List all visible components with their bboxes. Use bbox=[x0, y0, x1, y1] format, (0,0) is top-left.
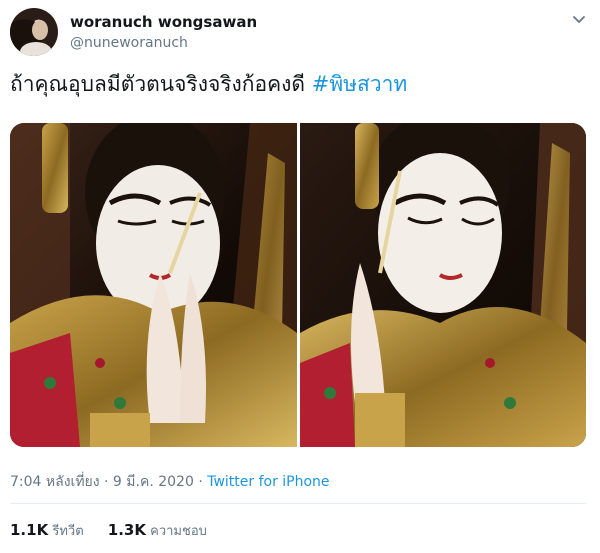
photo-right-image bbox=[299, 123, 586, 447]
user-handle[interactable]: @nuneworanuch bbox=[70, 35, 188, 51]
chevron-down-icon bbox=[573, 16, 585, 23]
photo-left[interactable] bbox=[10, 123, 297, 447]
avatar-dress bbox=[20, 42, 52, 56]
retweets-stat[interactable]: 1.1K รีทวีต bbox=[10, 520, 84, 541]
tweet-meta: 7:04 หลังเที่ยง · 9 มี.ค. 2020 · Twitter… bbox=[10, 471, 330, 493]
avatar-face bbox=[32, 20, 48, 40]
avatar[interactable] bbox=[10, 8, 58, 56]
more-options-button[interactable] bbox=[569, 10, 589, 30]
display-name[interactable]: woranuch wongsawan bbox=[70, 13, 257, 31]
tweet-body: ถ้าคุณอุบลมีตัวตนจริงจริงก้อคงดี bbox=[10, 72, 312, 96]
likes-count: 1.3K bbox=[107, 521, 146, 539]
tweet-card: woranuch wongsawan @nuneworanuch ถ้าคุณอ… bbox=[0, 0, 600, 553]
likes-label: ความชอบ bbox=[150, 524, 207, 539]
hashtag-link[interactable]: #พิษสวาท bbox=[312, 72, 408, 96]
tweet-text: ถ้าคุณอุบลมีตัวตนจริงจริงก้อคงดี #พิษสวา… bbox=[10, 70, 407, 98]
likes-stat[interactable]: 1.3K ความชอบ bbox=[108, 520, 207, 541]
media-grid bbox=[10, 123, 586, 447]
photo-right[interactable] bbox=[299, 123, 587, 447]
photo-left-image bbox=[10, 123, 297, 447]
retweets-count: 1.1K bbox=[10, 521, 49, 539]
retweets-label: รีทวีต bbox=[52, 524, 84, 539]
timestamp[interactable]: 7:04 หลังเที่ยง · 9 มี.ค. 2020 · bbox=[10, 474, 207, 490]
source-link[interactable]: Twitter for iPhone bbox=[207, 474, 329, 490]
divider bbox=[10, 503, 586, 504]
engagement-stats: 1.1K รีทวีต 1.3K ความชอบ bbox=[10, 520, 227, 541]
